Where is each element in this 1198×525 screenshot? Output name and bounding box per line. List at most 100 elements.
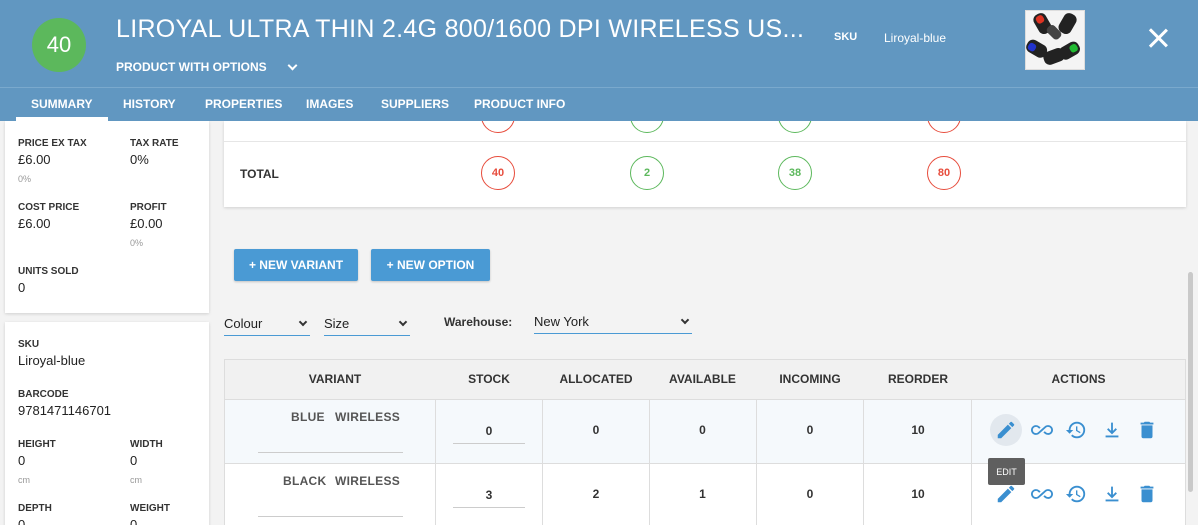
- edit-icon[interactable]: [995, 419, 1017, 441]
- stock-input[interactable]: 0: [453, 424, 525, 438]
- divider: [224, 141, 1186, 142]
- total-available-circle: 38: [778, 156, 812, 190]
- depth-label: DEPTH: [18, 503, 52, 514]
- tab-suppliers[interactable]: SUPPLIERS: [381, 97, 449, 111]
- variant-colour: BLUE: [291, 410, 325, 424]
- profit-label: PROFIT: [130, 202, 167, 213]
- price-ex-tax-value: £6.00: [18, 152, 51, 167]
- scrollbar[interactable]: [1188, 272, 1193, 492]
- total-allocated-circle: 2: [630, 156, 664, 190]
- stock-underline: [453, 443, 525, 444]
- width-label: WIDTH: [130, 439, 163, 450]
- barcode-label: BARCODE: [18, 389, 69, 400]
- new-option-button[interactable]: + NEW OPTION: [371, 249, 490, 281]
- width-unit: cm: [130, 475, 142, 485]
- header-available: AVAILABLE: [669, 372, 736, 386]
- product-count-badge: 40: [32, 18, 86, 72]
- variant-type: WIRELESS: [335, 410, 401, 424]
- reorder-value: 10: [911, 487, 925, 501]
- partial-circle: [778, 99, 812, 133]
- size-select-value: Size: [324, 316, 350, 331]
- tab-history[interactable]: HISTORY: [123, 97, 176, 111]
- header-sku-value: Liroyal-blue: [884, 31, 947, 45]
- weight-label: WEIGHT: [130, 503, 170, 514]
- depth-value: 0: [18, 517, 26, 525]
- details-card: SKU Liroyal-blue BARCODE 9781471146701 H…: [5, 322, 209, 525]
- allocated-value: 0: [592, 423, 600, 437]
- profit-sub: 0%: [130, 238, 144, 248]
- tab-images[interactable]: IMAGES: [306, 97, 353, 111]
- cost-price-label: COST PRICE: [18, 202, 80, 213]
- incoming-value: 0: [806, 487, 814, 501]
- table-header-row: VARIANT STOCK ALLOCATED AVAILABLE INCOMI…: [225, 360, 1185, 400]
- close-icon[interactable]: [1144, 24, 1172, 52]
- column-divider: [863, 400, 864, 525]
- cost-price-value: £6.00: [18, 216, 51, 231]
- available-value: 0: [699, 423, 706, 437]
- variant-underline: [258, 516, 403, 517]
- allocated-value: 2: [592, 487, 600, 501]
- new-variant-button[interactable]: + NEW VARIANT: [234, 249, 358, 281]
- tab-properties[interactable]: PROPERTIES: [205, 97, 282, 111]
- total-stock-circle: 40: [481, 156, 515, 190]
- partial-circle: [630, 99, 664, 133]
- chevron-down-icon: [680, 315, 690, 324]
- chevron-down-icon: [298, 317, 308, 326]
- product-title: LIROYAL ULTRA THIN 2.4G 800/1600 DPI WIR…: [116, 15, 805, 43]
- link-icon[interactable]: [1031, 483, 1053, 505]
- header-sku-label: SKU: [834, 31, 858, 43]
- stock-input[interactable]: 3: [453, 488, 525, 502]
- edit-icon[interactable]: [995, 483, 1017, 505]
- active-tab-indicator-overlay: [16, 117, 108, 121]
- price-ex-tax-label: PRICE EX TAX: [18, 138, 87, 149]
- partial-circle: [481, 99, 515, 133]
- column-divider: [435, 400, 436, 525]
- header-reorder: REORDER: [887, 372, 948, 386]
- tax-rate-label: TAX RATE: [130, 138, 179, 149]
- product-thumbnail[interactable]: [1025, 10, 1085, 70]
- header-variant: VARIANT: [308, 372, 362, 386]
- tab-summary[interactable]: SUMMARY: [31, 97, 93, 111]
- sku-value: Liroyal-blue: [18, 353, 86, 368]
- width-value: 0: [130, 453, 138, 468]
- history-icon[interactable]: [1065, 419, 1087, 441]
- tab-bar: SUMMARY HISTORY PROPERTIES IMAGES SUPPLI…: [0, 87, 1198, 121]
- variant-type: WIRELESS: [335, 474, 401, 488]
- units-sold-value: 0: [18, 280, 26, 295]
- trash-icon[interactable]: [1136, 419, 1158, 441]
- column-divider: [756, 400, 757, 525]
- header-actions: ACTIONS: [1051, 372, 1106, 386]
- variant-colour: BLACK: [283, 474, 327, 488]
- download-icon[interactable]: [1101, 419, 1123, 441]
- available-value: 1: [699, 487, 706, 501]
- chevron-down-icon: [287, 60, 298, 70]
- download-icon[interactable]: [1101, 483, 1123, 505]
- warehouse-select[interactable]: New York: [534, 310, 692, 334]
- link-icon[interactable]: [1031, 419, 1053, 441]
- product-type-dropdown[interactable]: PRODUCT WITH OPTIONS: [116, 60, 298, 74]
- pricing-card: PRICE EX TAX £6.00 0% TAX RATE 0% COST P…: [5, 121, 209, 313]
- incoming-value: 0: [806, 423, 814, 437]
- column-divider: [649, 400, 650, 525]
- height-value: 0: [18, 453, 26, 468]
- height-unit: cm: [18, 475, 30, 485]
- size-select[interactable]: Size: [324, 312, 410, 336]
- totals-card: [224, 121, 1186, 207]
- edit-tooltip: EDIT: [988, 458, 1025, 485]
- header-stock: STOCK: [468, 372, 510, 386]
- trash-icon[interactable]: [1136, 483, 1158, 505]
- header-incoming: INCOMING: [779, 372, 841, 386]
- reorder-value: 10: [911, 423, 925, 437]
- variant-underline: [258, 452, 403, 453]
- history-icon[interactable]: [1065, 483, 1087, 505]
- price-ex-tax-sub: 0%: [18, 174, 32, 184]
- colour-select[interactable]: Colour: [224, 312, 310, 336]
- product-header: 40 LIROYAL ULTRA THIN 2.4G 800/1600 DPI …: [0, 0, 1198, 87]
- profit-value: £0.00: [130, 216, 163, 231]
- units-sold-label: UNITS SOLD: [18, 266, 79, 277]
- weight-value: 0: [130, 517, 138, 525]
- product-type-label: PRODUCT WITH OPTIONS: [116, 60, 267, 74]
- barcode-value: 9781471146701: [18, 403, 112, 418]
- tax-rate-value: 0%: [130, 152, 149, 167]
- stock-underline: [453, 507, 525, 508]
